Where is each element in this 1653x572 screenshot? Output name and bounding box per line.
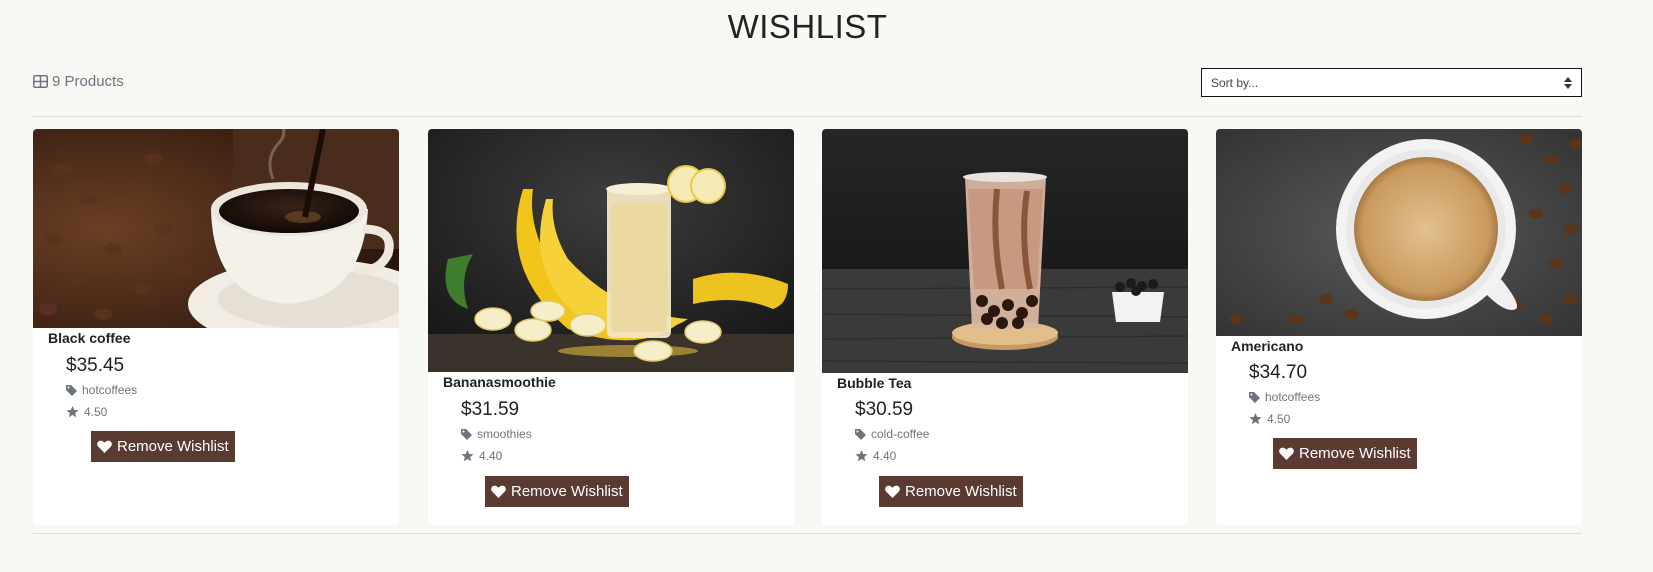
product-image[interactable] <box>33 129 399 328</box>
tag-icon <box>1249 391 1260 403</box>
product-price: $30.59 <box>855 399 914 420</box>
product-image[interactable] <box>1216 129 1582 336</box>
sort-arrows-icon <box>1564 76 1572 89</box>
product-category[interactable]: hotcoffees <box>1249 390 1320 404</box>
star-icon <box>855 450 868 462</box>
product-rating: 4.50 <box>66 405 107 419</box>
bottom-divider <box>33 533 1582 534</box>
product-rating-value: 4.50 <box>1267 412 1291 426</box>
tag-icon <box>855 428 866 440</box>
product-name[interactable]: Bananasmoothie <box>443 374 556 390</box>
remove-wishlist-label: Remove Wishlist <box>117 438 229 455</box>
remove-wishlist-label: Remove Wishlist <box>1299 445 1411 462</box>
grid-icon <box>33 75 48 88</box>
sort-select[interactable]: Sort by... <box>1201 68 1582 97</box>
product-category-label: smoothies <box>477 427 532 441</box>
product-name[interactable]: Americano <box>1231 338 1303 354</box>
page-title: WISHLIST <box>727 8 888 45</box>
remove-wishlist-button[interactable]: Remove Wishlist <box>485 476 629 507</box>
remove-wishlist-label: Remove Wishlist <box>511 483 623 500</box>
product-image[interactable] <box>428 129 794 372</box>
product-card: Bananasmoothie $31.59 smoothies 4.40 Rem… <box>428 129 794 525</box>
product-category-label: cold-coffee <box>871 427 930 441</box>
product-price: $34.70 <box>1249 362 1308 383</box>
product-category[interactable]: cold-coffee <box>855 427 929 441</box>
product-rating: 4.50 <box>1249 412 1290 426</box>
heart-icon <box>491 485 506 498</box>
product-category[interactable]: smoothies <box>461 427 532 441</box>
product-rating-value: 4.40 <box>479 449 503 463</box>
product-count: 9 Products <box>33 73 124 90</box>
product-price: $35.45 <box>66 355 125 376</box>
product-rating-value: 4.40 <box>873 449 897 463</box>
heart-icon <box>885 485 900 498</box>
product-rating: 4.40 <box>855 449 896 463</box>
tag-icon <box>461 428 472 440</box>
product-rating: 4.40 <box>461 449 502 463</box>
tag-icon <box>66 384 77 396</box>
star-icon <box>461 450 474 462</box>
product-rating-value: 4.50 <box>84 405 108 419</box>
product-count-label: 9 Products <box>52 73 124 90</box>
product-image[interactable] <box>822 129 1188 373</box>
remove-wishlist-button[interactable]: Remove Wishlist <box>879 476 1023 507</box>
star-icon <box>66 406 79 418</box>
product-card: Black coffee $35.45 hotcoffees 4.50 Remo… <box>33 129 399 525</box>
top-divider <box>33 116 1582 117</box>
star-icon <box>1249 413 1262 425</box>
product-name[interactable]: Black coffee <box>48 330 130 346</box>
product-name[interactable]: Bubble Tea <box>837 375 911 391</box>
remove-wishlist-button[interactable]: Remove Wishlist <box>1273 438 1417 469</box>
product-card: Bubble Tea $30.59 cold-coffee 4.40 Remov… <box>822 129 1188 525</box>
product-card: Americano $34.70 hotcoffees 4.50 Remove … <box>1216 129 1582 525</box>
product-price: $31.59 <box>461 399 520 420</box>
heart-icon <box>97 440 112 453</box>
remove-wishlist-button[interactable]: Remove Wishlist <box>91 431 235 462</box>
remove-wishlist-label: Remove Wishlist <box>905 483 1017 500</box>
heart-icon <box>1279 447 1294 460</box>
sort-select-value: Sort by... <box>1211 75 1259 90</box>
product-category-label: hotcoffees <box>1265 390 1321 404</box>
product-category-label: hotcoffees <box>82 383 138 397</box>
product-category[interactable]: hotcoffees <box>66 383 137 397</box>
